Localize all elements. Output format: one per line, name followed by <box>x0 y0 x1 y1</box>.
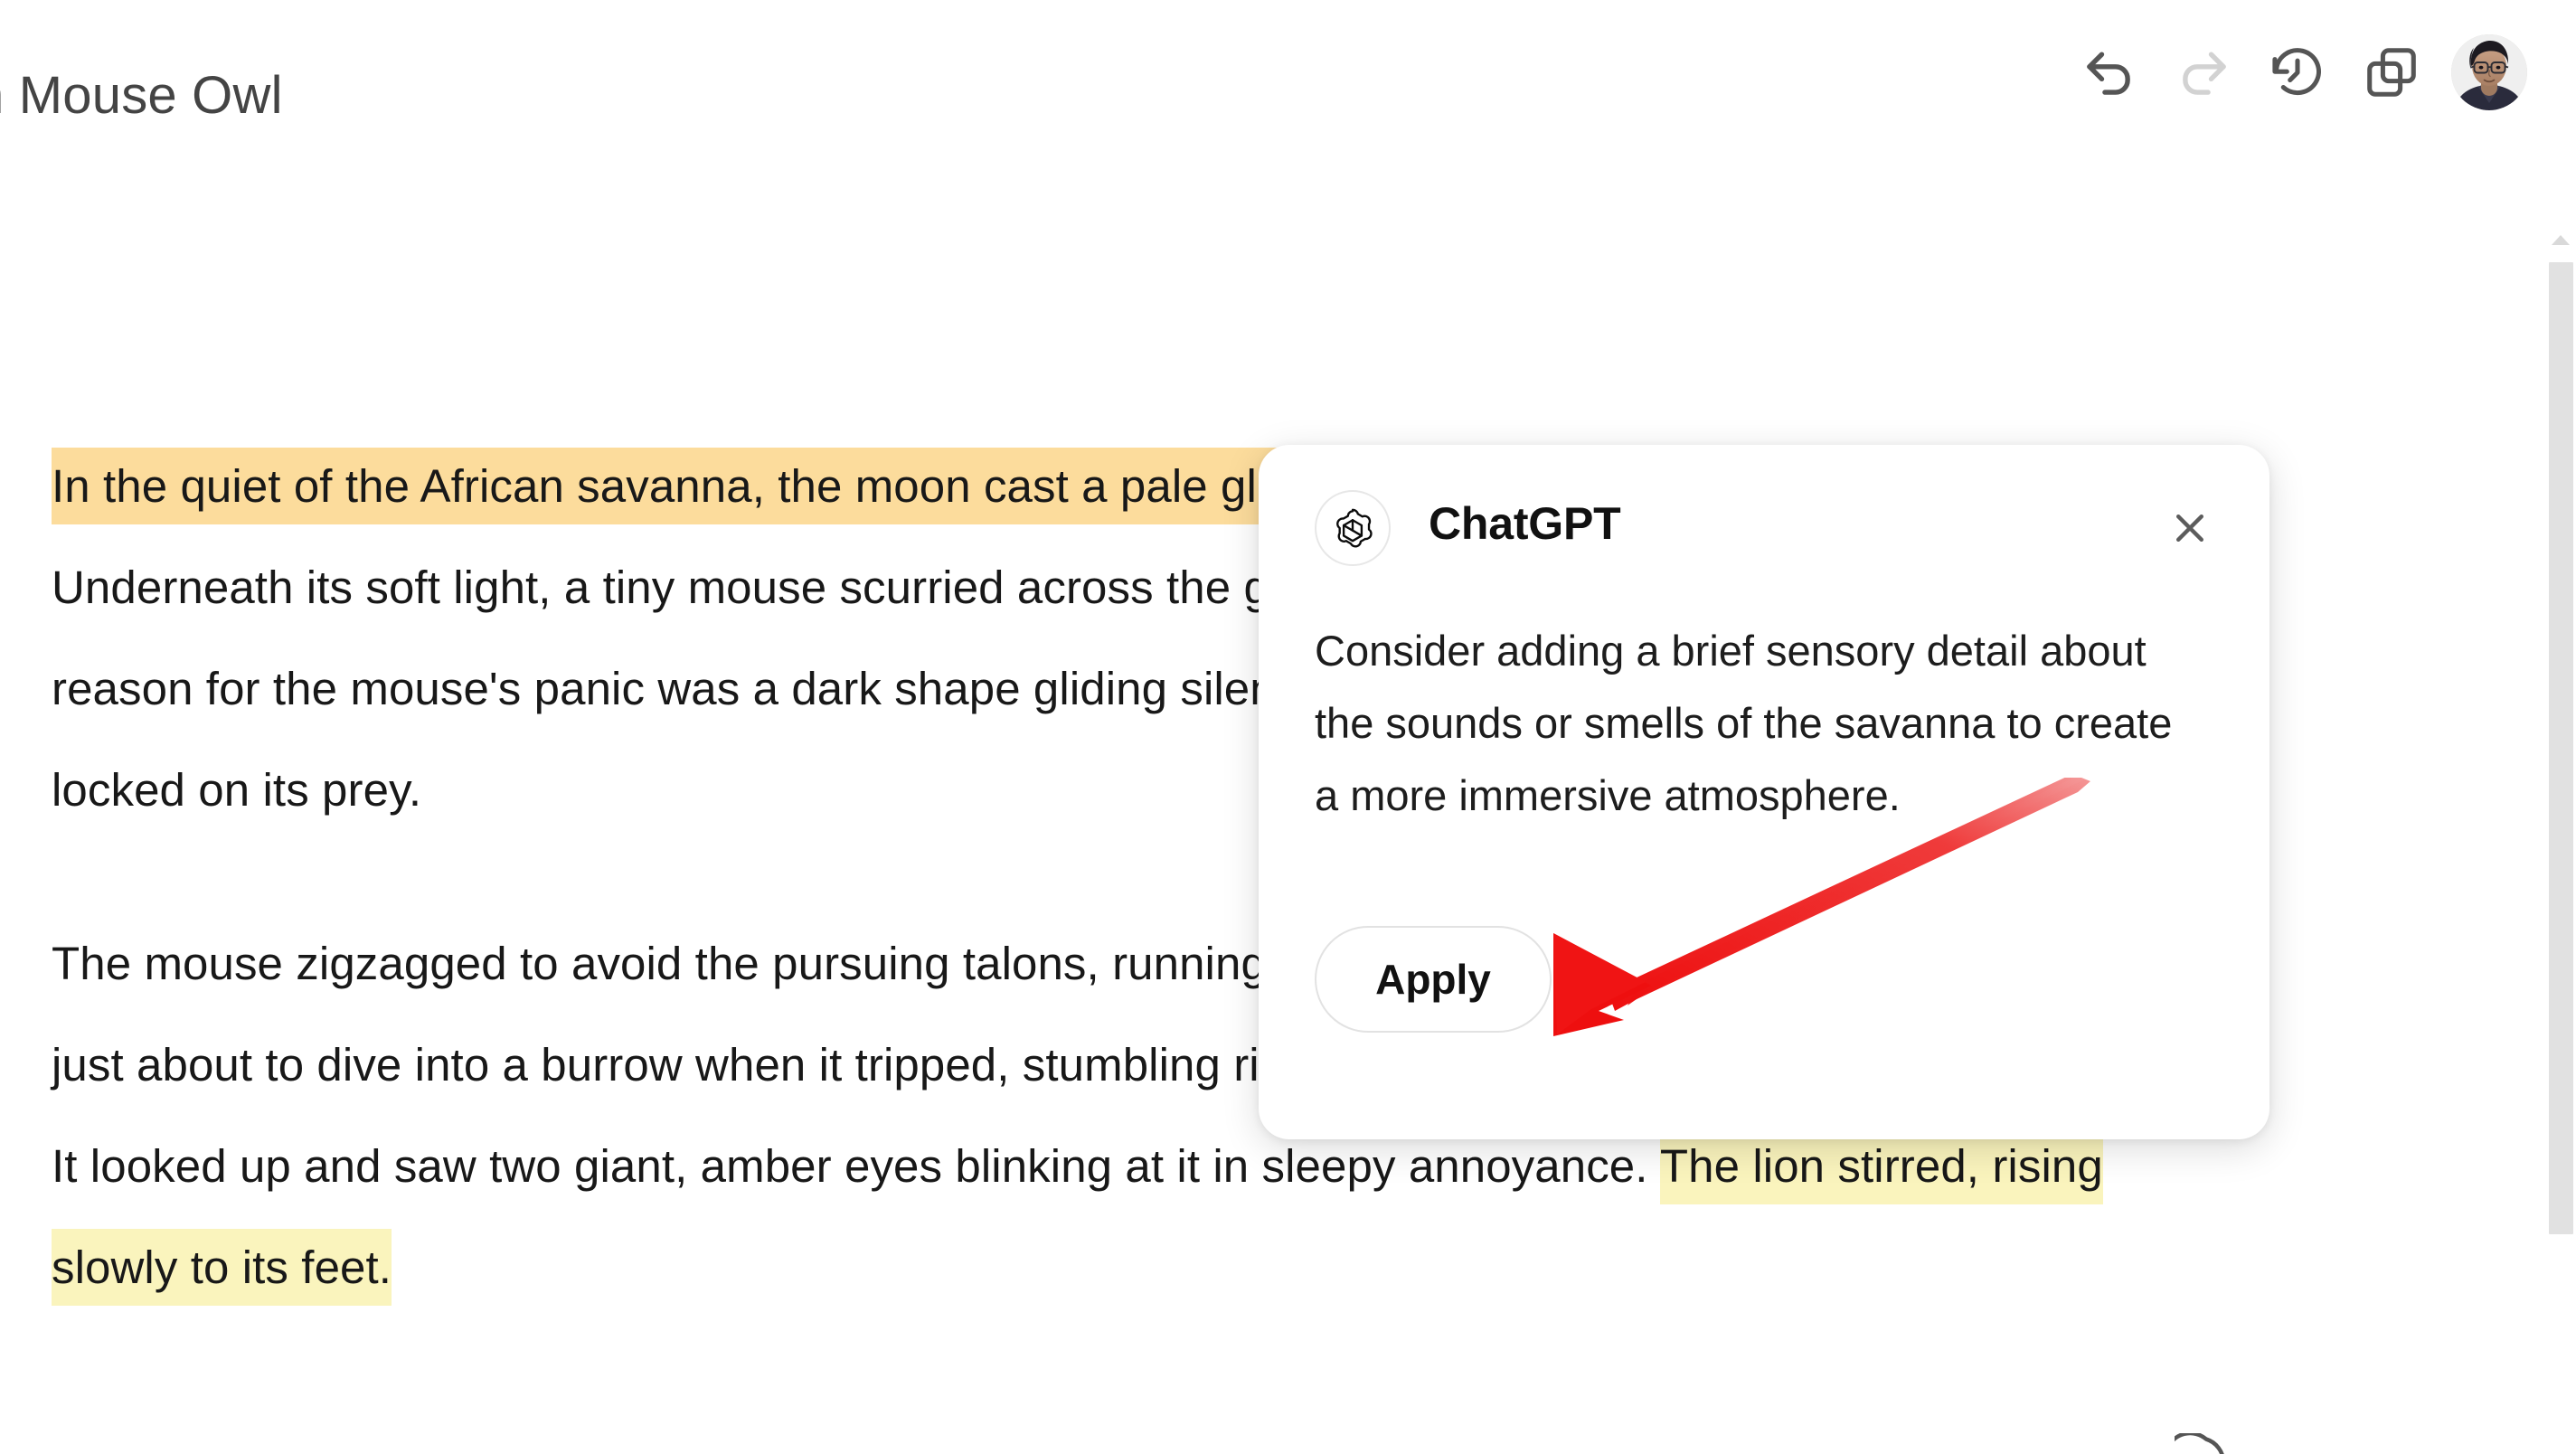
comment-badge[interactable]: 1 <box>2175 1433 2238 1454</box>
close-button[interactable] <box>2154 492 2226 564</box>
top-bar: n Mouse Owl <box>0 0 2576 190</box>
chatgpt-suggestion-card: ChatGPT Consider adding a brief sensory … <box>1259 445 2269 1139</box>
suggestion-text: Consider adding a brief sensory detail a… <box>1315 627 2173 819</box>
history-clock-icon <box>2269 43 2326 101</box>
chatgpt-card-header: ChatGPT <box>1259 445 2269 581</box>
close-icon <box>2168 506 2212 550</box>
toolbar <box>2062 27 2540 118</box>
avatar[interactable] <box>2439 27 2540 118</box>
redo-icon <box>2173 42 2234 103</box>
scrollbar-thumb[interactable] <box>2549 262 2573 1234</box>
redo-button[interactable] <box>2156 27 2250 118</box>
assistant-name: ChatGPT <box>1429 498 1621 549</box>
openai-logo-icon <box>1315 490 1391 566</box>
page-title: n Mouse Owl <box>0 66 283 125</box>
editor-window: n Mouse Owl In the quiet of the African … <box>0 0 2576 1454</box>
copy-icon <box>2363 43 2420 101</box>
scroll-up-arrow-icon[interactable] <box>2549 230 2572 250</box>
avatar-image <box>2451 34 2527 110</box>
undo-button[interactable] <box>2062 27 2156 118</box>
undo-icon <box>2079 42 2140 103</box>
version-history-button[interactable] <box>2250 27 2345 118</box>
duplicate-button[interactable] <box>2345 27 2439 118</box>
scrollbar[interactable] <box>2545 217 2576 1454</box>
apply-button[interactable]: Apply <box>1315 926 1552 1033</box>
